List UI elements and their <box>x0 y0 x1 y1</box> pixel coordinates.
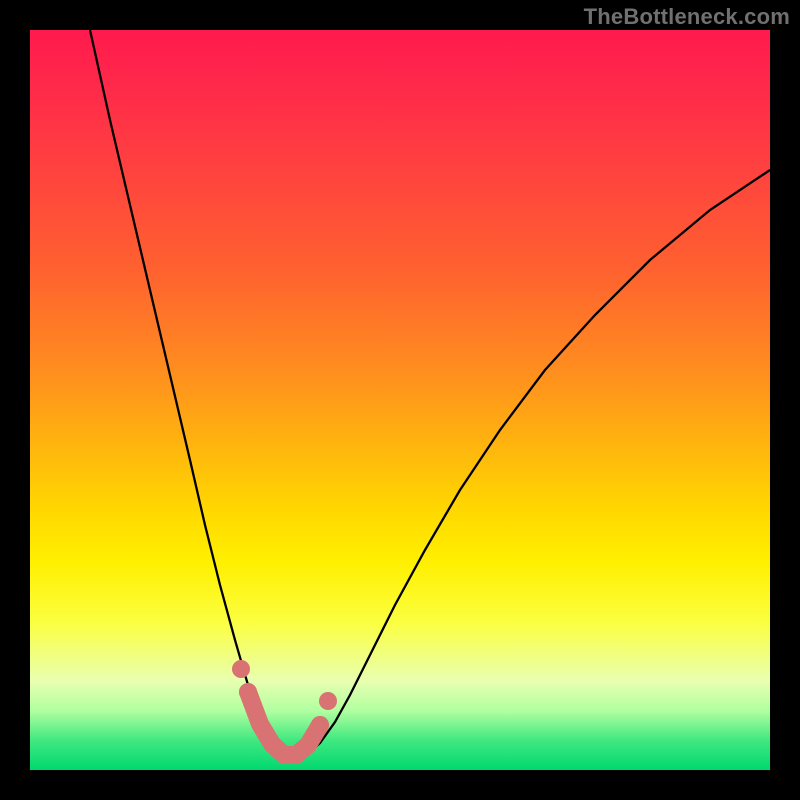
bottom-highlight-segment <box>248 692 320 755</box>
highlight-dot <box>311 716 329 734</box>
bottleneck-curve <box>90 30 770 757</box>
outer-frame: TheBottleneck.com <box>0 0 800 800</box>
highlight-dot <box>319 692 337 710</box>
highlight-dot <box>232 660 250 678</box>
highlight-dot <box>239 683 257 701</box>
bottom-highlight-dots <box>232 660 337 734</box>
watermark-text: TheBottleneck.com <box>584 4 790 30</box>
chart-svg <box>30 30 770 770</box>
gradient-plot-area <box>30 30 770 770</box>
